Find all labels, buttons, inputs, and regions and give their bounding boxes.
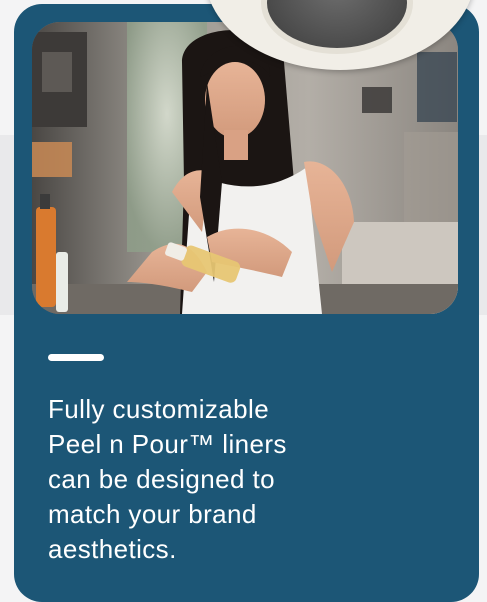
caption-line: match your brand: [48, 499, 257, 529]
caption-line: can be designed to: [48, 464, 275, 494]
woman-pouring-oil-photo: [32, 22, 458, 314]
feature-card: Fully customizable Peel n Pour™ liners c…: [14, 4, 479, 602]
feature-caption: Fully customizable Peel n Pour™ liners c…: [48, 392, 468, 567]
caption-line: Fully customizable: [48, 394, 270, 424]
caption-line: aesthetics.: [48, 534, 177, 564]
page: Fully customizable Peel n Pour™ liners c…: [0, 0, 487, 602]
caption-line: Peel n Pour™ liners: [48, 429, 287, 459]
jar-lid-center: [267, 0, 407, 48]
accent-bar: [48, 354, 104, 361]
